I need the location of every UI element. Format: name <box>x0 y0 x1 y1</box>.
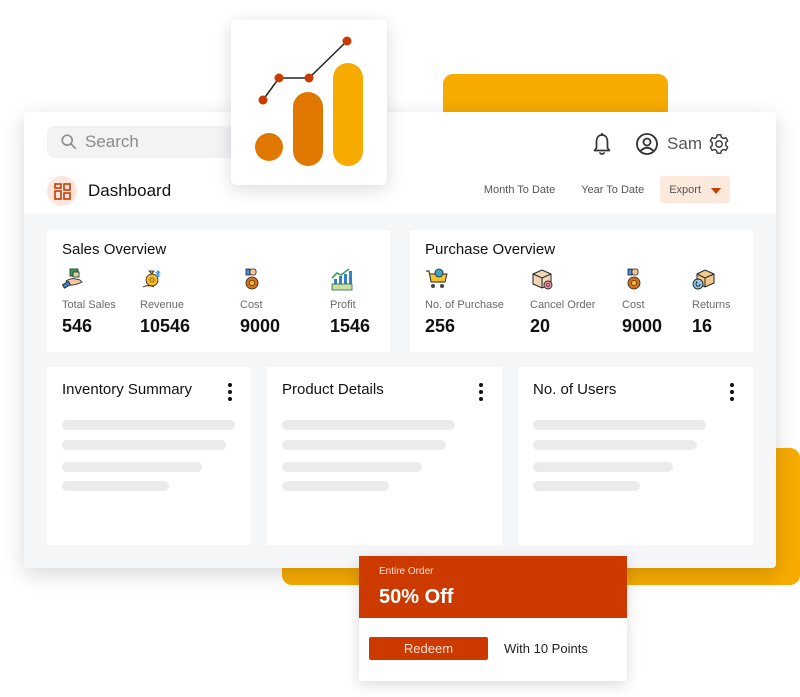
export-label: Export <box>669 183 701 196</box>
metric-cost: Cost 9000 <box>240 267 330 337</box>
panel-title: Product Details <box>282 381 384 398</box>
promo-subtitle: Entire Order <box>379 566 434 577</box>
more-options-icon[interactable] <box>227 383 233 401</box>
metric-label: Total Sales <box>62 299 116 311</box>
skeleton-line <box>533 420 706 430</box>
grid-layout-icon <box>53 182 71 200</box>
points-text: With 10 Points <box>504 641 588 656</box>
metric-label: Cost <box>622 299 645 311</box>
metric-value: 546 <box>62 316 93 336</box>
redeem-button[interactable]: Redeem <box>369 637 488 660</box>
skeleton-line <box>62 481 169 491</box>
metric-value: 20 <box>530 316 551 336</box>
caret-down-icon <box>711 187 721 194</box>
sales-overview-card: Sales Overview Total Sales 546 Revenue 1… <box>47 230 390 352</box>
hand-money-icon <box>62 268 83 289</box>
skeleton-line <box>533 440 697 450</box>
panel-title: Inventory Summary <box>62 381 193 398</box>
metric-value: 9000 <box>622 316 663 336</box>
promo-headline: 50% Off <box>379 586 454 608</box>
analytics-logo-card <box>231 20 387 185</box>
skeleton-line <box>282 462 422 472</box>
skeleton-line <box>62 462 202 472</box>
metric-revenue: Revenue 10546 <box>140 267 240 337</box>
metric-value: 10546 <box>140 316 191 336</box>
date-filters: Month To Date Year To Date Export <box>458 176 730 203</box>
dashboard-window: Sam Dashboard Month To Date Year To Date <box>24 112 776 568</box>
metric-value: 1546 <box>330 316 371 336</box>
sales-metrics: Total Sales 546 Revenue 10546 Cost 9000 … <box>62 267 375 337</box>
hand-money-bag-icon <box>627 268 641 290</box>
metric-returns: Returns 16 <box>692 267 731 337</box>
skeleton-line <box>282 420 455 430</box>
inventory-summary-card: Inventory Summary <box>47 367 251 545</box>
more-options-icon[interactable] <box>729 383 735 401</box>
profit-chart-icon <box>331 268 353 291</box>
purchase-metrics: No. of Purchase 256 Cancel Order 20 Cost… <box>425 267 738 337</box>
purchase-overview-title: Purchase Overview <box>425 241 556 258</box>
promo-header: Entire Order 50% Off <box>359 556 627 618</box>
export-dropdown[interactable]: Export <box>660 176 730 203</box>
dashboard-badge <box>47 176 77 206</box>
more-options-icon[interactable] <box>478 383 484 401</box>
promo-card: Entire Order 50% Off Redeem With 10 Poin… <box>359 556 627 681</box>
header-actions: Sam <box>591 132 730 156</box>
metric-total-sales: Total Sales 546 <box>62 267 140 337</box>
shopping-cart-icon <box>426 268 448 288</box>
user-name[interactable]: Sam <box>667 134 702 154</box>
metric-purchase-cost: Cost 9000 <box>622 267 692 337</box>
metric-no-of-purchase: No. of Purchase 256 <box>425 267 530 337</box>
panel-title: No. of Users <box>533 381 617 398</box>
skeleton-line <box>533 481 640 491</box>
skeleton-line <box>62 420 235 430</box>
skeleton-line <box>282 481 389 491</box>
no-of-users-card: No. of Users <box>518 367 753 545</box>
sales-overview-title: Sales Overview <box>62 241 167 258</box>
metric-value: 256 <box>425 316 456 336</box>
purchase-overview-card: Purchase Overview No. of Purchase 256 Ca… <box>410 230 753 352</box>
hand-money-bag-icon <box>245 268 259 290</box>
analytics-logo-icon <box>255 36 363 166</box>
metric-label: Profit <box>330 299 356 311</box>
search-icon <box>61 134 77 150</box>
page-heading: Dashboard <box>47 176 171 206</box>
search-input[interactable] <box>85 132 235 152</box>
skeleton-line <box>533 462 673 472</box>
metric-profit: Profit 1546 <box>330 267 370 337</box>
metric-label: Cancel Order <box>530 299 596 311</box>
metric-label: Returns <box>692 299 731 311</box>
box-return-icon <box>692 269 715 290</box>
metric-cancel-order: Cancel Order 20 <box>530 267 622 337</box>
bell-icon[interactable] <box>591 132 613 156</box>
gear-icon[interactable] <box>708 133 730 155</box>
skeleton-line <box>282 440 446 450</box>
promo-body: Redeem With 10 Points <box>359 618 627 679</box>
month-to-date-filter[interactable]: Month To Date <box>484 184 555 196</box>
metric-label: Cost <box>240 299 263 311</box>
skeleton-line <box>62 440 226 450</box>
box-cancel-icon <box>532 269 553 290</box>
money-bag-up-icon <box>142 270 161 288</box>
dashboard-header: Sam Dashboard Month To Date Year To Date <box>24 112 776 214</box>
metric-label: No. of Purchase <box>425 299 504 311</box>
search-box[interactable] <box>47 126 247 158</box>
metric-label: Revenue <box>140 299 185 311</box>
metric-value: 9000 <box>240 316 281 336</box>
year-to-date-filter[interactable]: Year To Date <box>581 184 644 196</box>
metric-value: 16 <box>692 316 713 336</box>
page-title: Dashboard <box>88 181 172 200</box>
user-circle-icon[interactable] <box>635 132 659 156</box>
product-details-card: Product Details <box>267 367 502 545</box>
